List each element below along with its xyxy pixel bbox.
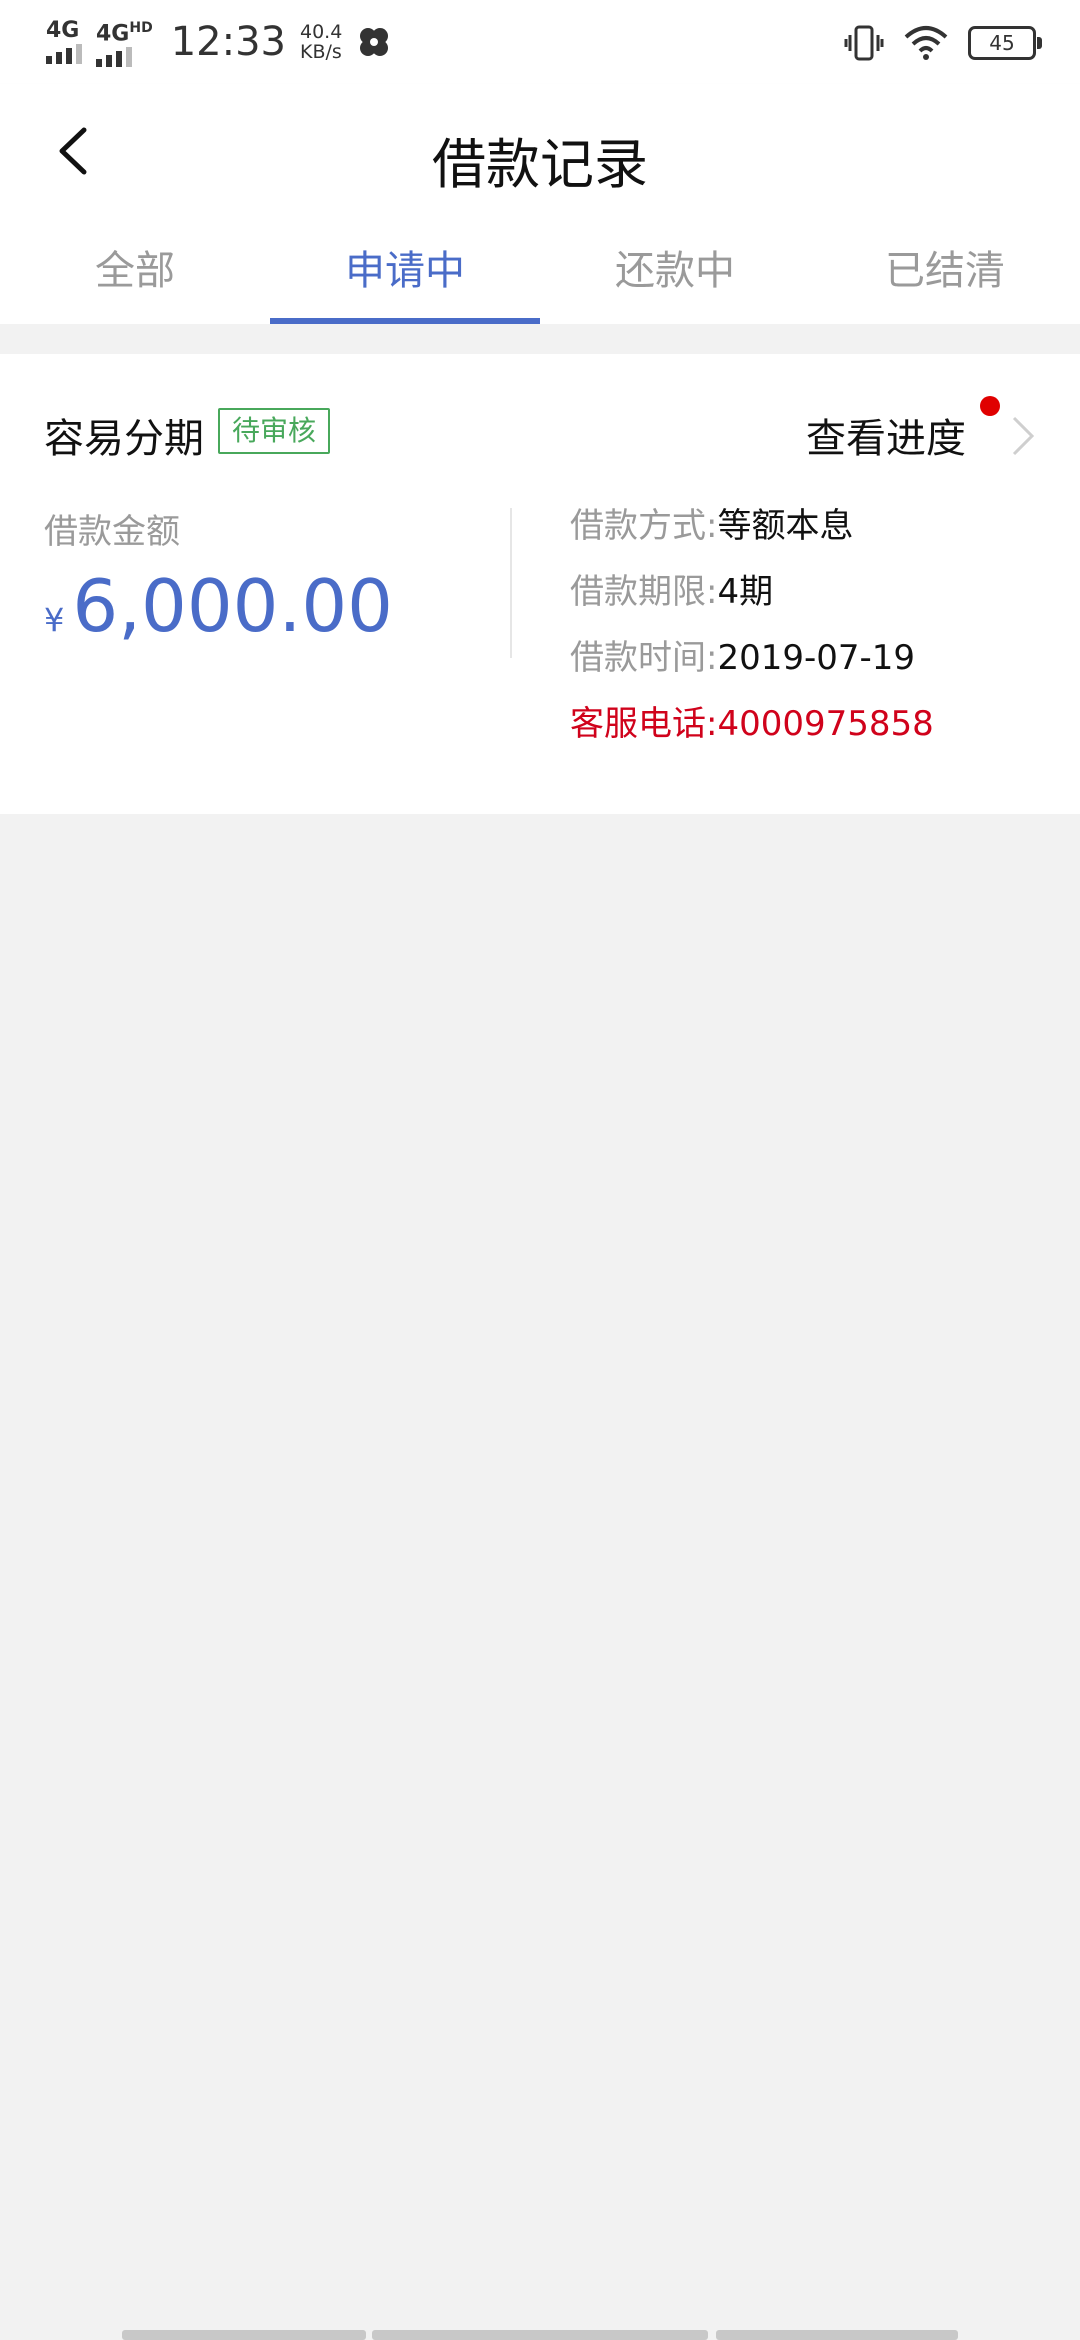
status-bar: 4G 4GHD 12:33 40.4 KB/s 45 [0,0,1080,84]
status-bar-left: 4G 4GHD 12:33 40.4 KB/s [46,14,392,70]
gesture-bar-segment [122,2330,366,2340]
tab-bar: 全部 申请中 还款中 已结清 [0,218,1080,324]
amount-label: 借款金额 [44,512,180,552]
loan-amount: ¥ 6,000.00 [44,564,393,648]
network-speed: 40.4 KB/s [300,21,343,63]
product-name: 容易分期 [44,416,204,462]
currency-symbol: ¥ [44,601,65,639]
loan-details: 借款方式:等额本息 借款期限:4期 借款时间:2019-07-19 客服电话:4… [570,502,934,766]
wifi-icon [904,26,948,60]
signal-indicator-1: 4G [46,20,82,64]
vibrate-icon [844,25,884,61]
signal-bars-icon [46,44,82,64]
clock: 12:33 [170,19,286,65]
detail-loan-date: 借款时间:2019-07-19 [570,638,916,678]
tab-settled[interactable]: 已结清 [810,218,1080,324]
tab-repaying[interactable]: 还款中 [540,218,810,324]
navigation-bar: 借款记录 [0,84,1080,218]
gesture-bar-segment [372,2330,708,2340]
sync-app-icon [360,28,389,56]
chevron-right-icon[interactable] [1010,414,1036,458]
tab-all[interactable]: 全部 [0,218,270,324]
customer-service-phone[interactable]: 客服电话:4000975858 [570,700,934,766]
active-tab-indicator [270,318,540,324]
status-bar-right: 45 [844,20,1042,66]
vertical-divider [510,508,512,658]
loan-record-card[interactable]: 容易分期 待审核 查看进度 借款金额 ¥ 6,000.00 借款方式:等额本息 … [0,354,1080,814]
network-type-label: 4G [46,18,80,43]
notification-dot [980,396,1000,416]
network-type-label: 4GHD [96,19,153,47]
gesture-bar-segment [716,2330,958,2340]
signal-bars-icon [96,47,132,68]
battery-icon: 45 [968,26,1042,60]
view-progress-link[interactable]: 查看进度 [806,406,966,464]
detail-repayment-method: 借款方式:等额本息 [570,506,854,546]
tab-applying[interactable]: 申请中 [270,218,540,324]
status-badge: 待审核 [218,408,331,454]
detail-loan-term: 借款期限:4期 [570,572,774,612]
signal-indicator-2: 4GHD [96,17,153,68]
page-title: 借款记录 [432,133,648,196]
amount-value: 6,000.00 [72,564,393,648]
